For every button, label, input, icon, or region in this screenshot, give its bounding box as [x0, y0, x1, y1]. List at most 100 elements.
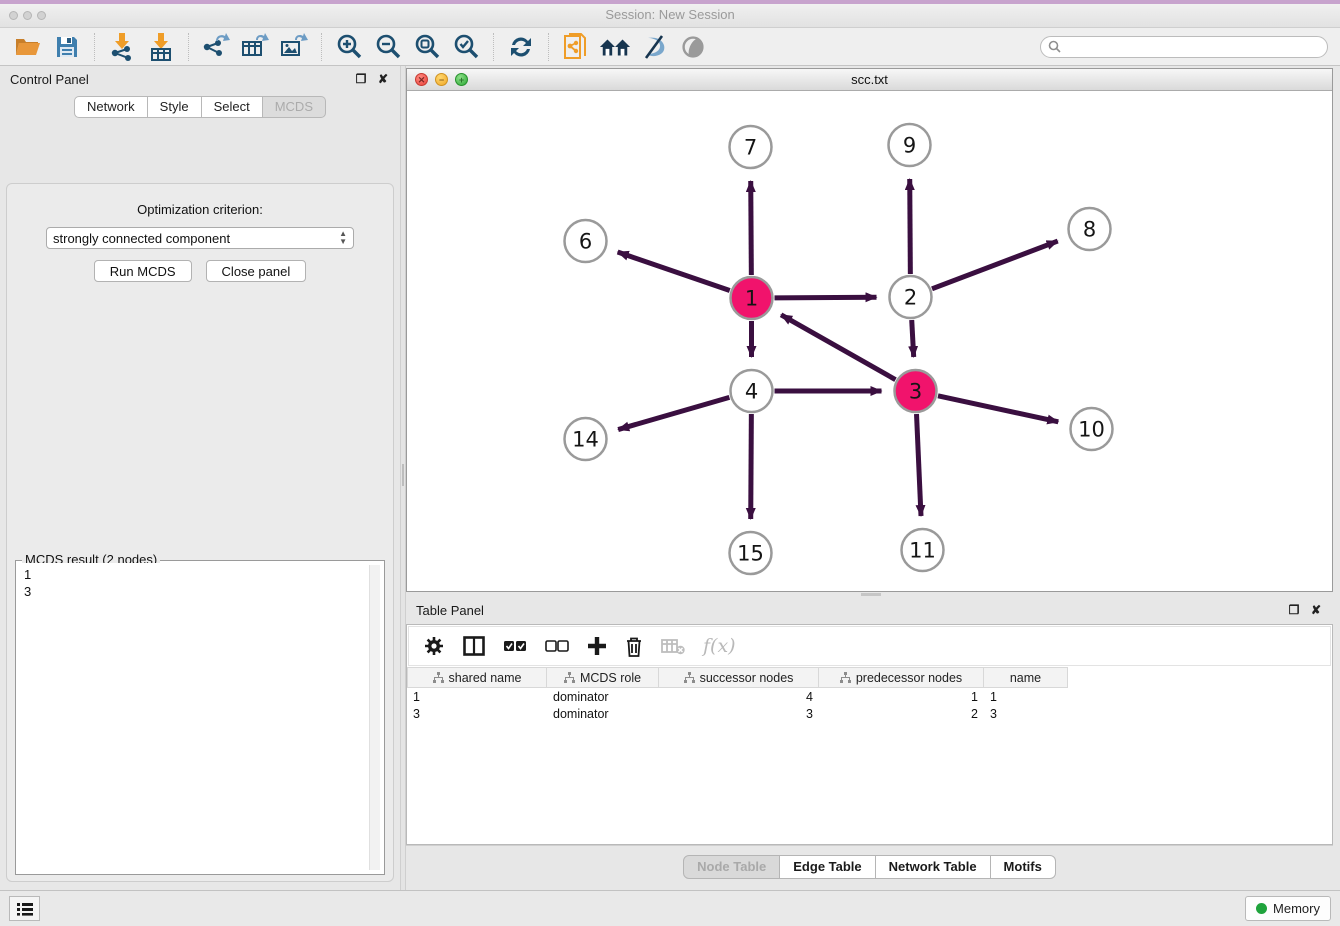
column-layout-button[interactable] [463, 636, 485, 656]
save-session-button[interactable] [51, 32, 83, 62]
zoom-in-button[interactable] [333, 32, 365, 62]
splitter-handle[interactable] [402, 464, 404, 486]
network-window-titlebar[interactable]: ✕ − + scc.txt [407, 69, 1332, 91]
graph-edge-2-8[interactable] [932, 241, 1058, 289]
zoom-out-button[interactable] [372, 32, 404, 62]
open-session-button[interactable] [12, 32, 44, 62]
minimize-network-button[interactable]: − [435, 73, 448, 86]
cell-shared-name[interactable]: 1 [407, 688, 547, 705]
cell-name[interactable]: 3 [984, 705, 1068, 722]
control-panel: Control Panel ❐ ✘ Network Style Select M… [0, 66, 400, 890]
cell-shared-name[interactable]: 3 [407, 705, 547, 722]
float-panel-button[interactable]: ❐ [354, 72, 368, 86]
apply-layout-button[interactable] [505, 32, 537, 62]
column-label: predecessor nodes [856, 671, 962, 685]
column-header-mcds-role[interactable]: MCDS role [547, 667, 659, 688]
memory-status-dot [1256, 903, 1267, 914]
graph-edge-2-9[interactable] [910, 179, 911, 274]
import-table-icon [148, 33, 174, 61]
zoom-window-button[interactable] [37, 11, 46, 20]
save-icon [55, 35, 79, 59]
minimize-window-button[interactable] [23, 11, 32, 20]
function-builder-button[interactable]: f(x) [703, 635, 736, 657]
cell-name[interactable]: 1 [984, 688, 1068, 705]
optimization-criterion-select[interactable]: strongly connected component ▲▼ [46, 227, 354, 249]
cell-mcds-role[interactable]: dominator [547, 705, 659, 722]
network-window-controls: ✕ − + [415, 73, 468, 86]
clone-network-button[interactable] [560, 32, 592, 62]
zoom-fit-button[interactable] [411, 32, 443, 62]
graph-edge-3-10[interactable] [938, 396, 1058, 422]
zoom-selected-button[interactable] [450, 32, 482, 62]
delete-column-button[interactable] [625, 636, 643, 657]
export-table-button[interactable] [239, 32, 271, 62]
tab-network-table[interactable]: Network Table [876, 855, 991, 879]
close-table-panel-button[interactable]: ✘ [1309, 603, 1323, 617]
show-all-button[interactable] [677, 32, 709, 62]
import-table-button[interactable] [145, 32, 177, 62]
result-scrollbar[interactable] [369, 565, 380, 870]
graph-edge-4-14[interactable] [618, 397, 729, 429]
zoom-selected-icon [452, 33, 480, 61]
workspace: Control Panel ❐ ✘ Network Style Select M… [0, 66, 1340, 890]
status-bar: Memory [0, 890, 1340, 926]
mcds-result-box: MCDS result (2 nodes) 1 3 [15, 560, 385, 875]
tab-style[interactable]: Style [148, 96, 202, 118]
export-network-button[interactable] [200, 32, 232, 62]
table-panel-title: Table Panel [416, 603, 1279, 618]
vertical-splitter[interactable] [400, 66, 406, 890]
export-image-button[interactable] [278, 32, 310, 62]
open-folder-icon [14, 34, 42, 60]
close-window-button[interactable] [9, 11, 18, 20]
graph-edge-1-7[interactable] [751, 181, 752, 275]
column-header-shared-name[interactable]: shared name [407, 667, 547, 688]
close-network-button[interactable]: ✕ [415, 73, 428, 86]
mcds-result-area[interactable]: 1 3 [18, 563, 382, 872]
export-network-icon [202, 33, 230, 61]
attribute-icon [840, 672, 851, 683]
graph-edge-1-6[interactable] [618, 252, 730, 290]
create-column-button[interactable] [587, 636, 607, 656]
close-panel-button[interactable]: ✘ [376, 72, 390, 86]
graph-edge-2-3[interactable] [912, 320, 914, 357]
run-mcds-button[interactable]: Run MCDS [94, 260, 192, 282]
network-canvas[interactable]: 7968124314101511 [407, 91, 1332, 591]
tab-mcds[interactable]: MCDS [263, 96, 326, 118]
close-panel-button-mcds[interactable]: Close panel [206, 260, 307, 282]
column-header-name[interactable]: name [984, 667, 1068, 688]
hide-selected-button[interactable] [638, 32, 670, 62]
graph-edge-4-15[interactable] [751, 414, 752, 519]
tab-node-table[interactable]: Node Table [683, 855, 780, 879]
column-header-successor-nodes[interactable]: successor nodes [659, 667, 819, 688]
search-input[interactable] [1040, 36, 1328, 58]
graph-edge-1-2[interactable] [774, 297, 876, 298]
splitter-handle[interactable] [861, 593, 881, 596]
memory-button[interactable]: Memory [1245, 896, 1331, 921]
tab-network[interactable]: Network [74, 96, 148, 118]
cell-predecessor-nodes[interactable]: 2 [819, 705, 984, 722]
tab-select[interactable]: Select [202, 96, 263, 118]
table-settings-button[interactable] [423, 635, 445, 657]
deselect-all-columns-button[interactable] [545, 640, 569, 652]
float-table-panel-button[interactable]: ❐ [1287, 603, 1301, 617]
attribute-icon [684, 672, 695, 683]
show-panels-button[interactable] [9, 896, 40, 921]
select-all-columns-button[interactable] [503, 640, 527, 652]
maximize-network-button[interactable]: + [455, 73, 468, 86]
graph-edge-3-1[interactable] [781, 315, 895, 380]
column-label: shared name [449, 671, 522, 685]
horizontal-splitter[interactable] [406, 592, 1333, 597]
column-header-predecessor-nodes[interactable]: predecessor nodes [819, 667, 984, 688]
import-network-button[interactable] [106, 32, 138, 62]
cell-predecessor-nodes[interactable]: 1 [819, 688, 984, 705]
control-panel-title: Control Panel [10, 72, 346, 87]
delete-table-button[interactable] [661, 637, 685, 655]
tab-motifs[interactable]: Motifs [991, 855, 1056, 879]
graph-edge-3-11[interactable] [917, 414, 921, 516]
cell-successor-nodes[interactable]: 4 [659, 688, 819, 705]
cell-successor-nodes[interactable]: 3 [659, 705, 819, 722]
tab-edge-table[interactable]: Edge Table [780, 855, 875, 879]
first-neighbors-button[interactable] [599, 32, 631, 62]
network-graph[interactable]: 7968124314101511 [407, 91, 1332, 591]
cell-mcds-role[interactable]: dominator [547, 688, 659, 705]
